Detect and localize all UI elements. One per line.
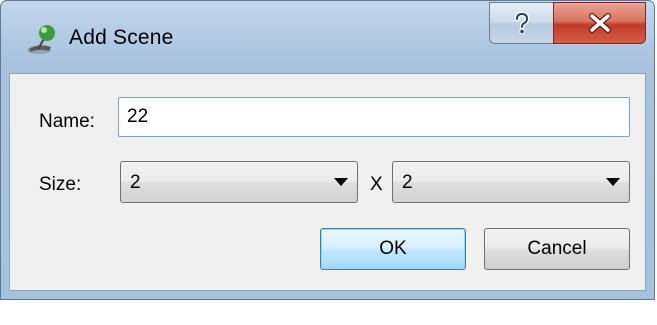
caption-buttons bbox=[489, 2, 646, 44]
size-width-select[interactable]: 2 bbox=[120, 161, 358, 203]
ok-button[interactable]: OK bbox=[320, 228, 466, 270]
close-x-icon bbox=[588, 13, 611, 33]
title-bar[interactable]: Add Scene bbox=[1, 1, 654, 73]
size-separator: X bbox=[370, 174, 383, 195]
dropdown-arrow-icon bbox=[334, 178, 348, 186]
cancel-button[interactable]: Cancel bbox=[484, 228, 630, 270]
close-button[interactable] bbox=[553, 2, 646, 44]
window-title: Add Scene bbox=[69, 26, 174, 49]
question-mark-icon bbox=[514, 11, 529, 35]
name-label: Name: bbox=[39, 111, 95, 132]
size-label: Size: bbox=[39, 174, 82, 195]
size-height-select[interactable]: 2 bbox=[392, 161, 630, 203]
globe-pin-icon bbox=[27, 25, 55, 54]
size-height-value: 2 bbox=[402, 172, 413, 193]
dropdown-arrow-icon bbox=[606, 178, 620, 186]
name-input[interactable] bbox=[118, 97, 630, 137]
size-width-value: 2 bbox=[130, 172, 141, 193]
help-button[interactable] bbox=[489, 2, 553, 44]
